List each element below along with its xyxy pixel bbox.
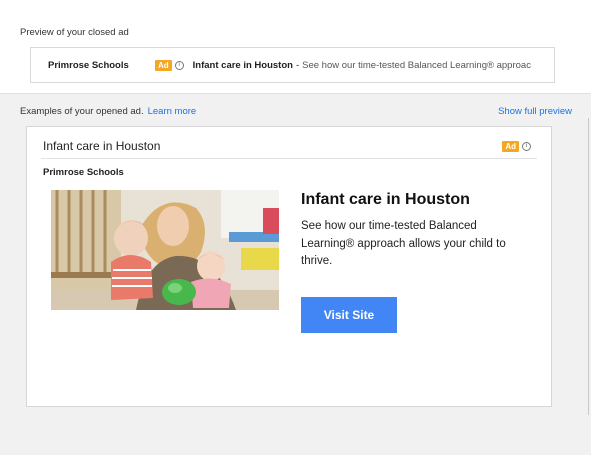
teacher-with-infants-photo [51, 190, 279, 310]
ad-badge: Ad [502, 141, 519, 152]
opened-ad-label-text: Examples of your opened ad. [20, 106, 144, 117]
show-full-preview-link[interactable]: Show full preview [498, 106, 572, 117]
visit-site-button[interactable]: Visit Site [301, 297, 397, 333]
opened-ad-headline[interactable]: Infant care in Houston [301, 191, 470, 209]
closed-ad-separator: - [295, 59, 300, 71]
closed-ad-preview: Primrose Schools Ad i Infant care in Hou… [30, 47, 555, 83]
info-icon[interactable]: i [522, 142, 531, 151]
ad-badge: Ad [155, 59, 172, 71]
opened-ad-label: Examples of your opened ad. Learn more [20, 106, 196, 117]
card-divider [41, 158, 537, 159]
info-icon[interactable]: i [174, 60, 184, 70]
closed-ad-headline: Infant care in Houston [192, 59, 293, 71]
opened-ad-badges: Ad i [502, 141, 531, 152]
opened-ad-description: See how our time-tested Balanced Learnin… [301, 220, 506, 267]
closed-ad-advertiser: Primrose Schools [48, 59, 129, 71]
divider [588, 118, 589, 415]
ad-image[interactable] [51, 190, 279, 310]
opened-ad-header-title: Infant care in Houston [43, 139, 161, 153]
closed-ad-section: Preview of your closed ad Primrose Schoo… [0, 0, 591, 94]
learn-more-link[interactable]: Learn more [148, 106, 197, 117]
closed-ad-description: See how our time-tested Balanced Learnin… [302, 59, 531, 71]
opened-ad-advertiser: Primrose Schools [43, 167, 124, 178]
opened-ad-card: Infant care in Houston Ad i Primrose Sch… [26, 126, 552, 407]
closed-ad-label: Preview of your closed ad [20, 27, 129, 38]
